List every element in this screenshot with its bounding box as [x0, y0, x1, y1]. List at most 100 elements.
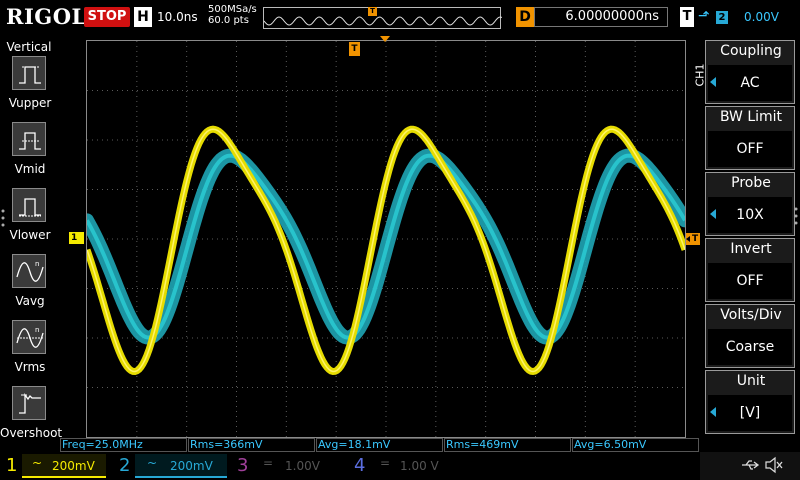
- grid-dot: [617, 238, 618, 240]
- grid-dot: [177, 90, 178, 91]
- measure-vavg-button[interactable]: n Vavg: [0, 254, 60, 318]
- grid-dot: [112, 90, 113, 91]
- grid-dot: [392, 90, 393, 91]
- grid-dot: [422, 387, 423, 388]
- grid-dot: [634, 116, 636, 117]
- grid-dot: [236, 166, 237, 167]
- coupling-menu-button[interactable]: Coupling AC: [705, 40, 795, 104]
- grid-dot: [186, 361, 188, 362]
- grid-dot: [667, 387, 668, 388]
- measure-overshoot-button[interactable]: Overshoot: [0, 386, 62, 450]
- grid-dot: [435, 391, 437, 392]
- measurement-freq[interactable]: Freq=25.0MHz: [60, 438, 187, 452]
- measurement-rms-ch1[interactable]: Rms=366mV: [188, 438, 315, 452]
- grid-dot: [352, 90, 353, 91]
- grid-dot: [227, 387, 228, 388]
- measure-vmid-button[interactable]: Vmid: [0, 122, 60, 186]
- grid-dot: [472, 238, 473, 240]
- grid-dot: [385, 71, 387, 72]
- grid-dot: [335, 426, 337, 427]
- timebase-value[interactable]: 10.0ns: [157, 10, 198, 24]
- speaker-muted-icon[interactable]: [764, 456, 784, 474]
- grid-dot: [187, 337, 188, 339]
- probe-menu-button[interactable]: Probe 10X: [705, 172, 795, 236]
- measure-vlower-button[interactable]: Vlower: [0, 188, 60, 252]
- grid-dot: [634, 216, 636, 217]
- grid-dot: [402, 90, 403, 91]
- grid-dot: [277, 238, 278, 240]
- measurement-avg-ch1[interactable]: Avg=18.1mV: [316, 438, 443, 452]
- grid-dot: [385, 421, 387, 422]
- ch2-status[interactable]: 2 ~ 200mV: [115, 454, 230, 478]
- grid-dot: [136, 46, 138, 47]
- invert-menu-button[interactable]: Invert OFF: [705, 238, 795, 302]
- horizontal-delay-value[interactable]: 6.00000000ns: [534, 7, 668, 27]
- ch3-number: 3: [237, 455, 249, 476]
- trigger-position-marker[interactable]: T: [349, 42, 360, 56]
- grid-dot: [137, 90, 138, 91]
- ch4-status[interactable]: 4 = 1.00 V: [350, 454, 465, 478]
- grid-dot: [285, 136, 287, 137]
- grid-dot: [136, 431, 138, 432]
- grid-dot: [637, 387, 638, 388]
- grid-dot: [237, 189, 238, 190]
- grid-dot: [652, 337, 653, 339]
- trigger-level-marker[interactable]: T: [686, 233, 700, 245]
- grid-dot: [634, 286, 636, 287]
- grid-dot: [535, 41, 536, 42]
- grid-dot: [186, 126, 188, 127]
- grid-dot: [457, 238, 458, 240]
- grid-dot: [285, 126, 287, 127]
- grid-dot: [172, 139, 173, 141]
- unit-menu-button[interactable]: Unit [V]: [705, 370, 795, 434]
- trigger-level-value[interactable]: 0.00V: [744, 10, 779, 24]
- ch1-status[interactable]: 1 ~ 200mV: [0, 454, 110, 478]
- waveform-display[interactable]: [86, 40, 686, 438]
- grid-dot: [652, 238, 653, 240]
- trigger-source[interactable]: 2: [716, 11, 728, 24]
- grid-dot: [382, 90, 383, 91]
- grid-dot: [535, 196, 536, 197]
- volts-div-menu-button[interactable]: Volts/Div Coarse: [705, 304, 795, 368]
- grid-dot: [186, 366, 188, 367]
- measure-vupper-button[interactable]: Vupper: [0, 56, 60, 120]
- run-stop-button[interactable]: STOP: [84, 7, 130, 27]
- ch1-offset-marker[interactable]: 1: [69, 232, 84, 244]
- grid-dot: [462, 139, 463, 141]
- grid-dot: [186, 76, 188, 77]
- grid-dot: [236, 271, 237, 272]
- grid-dot: [557, 139, 558, 141]
- grid-dot: [157, 387, 158, 388]
- grid-dot: [485, 236, 487, 237]
- grid-dot: [285, 191, 287, 192]
- grid-dot: [584, 341, 586, 342]
- bw-limit-menu-button[interactable]: BW Limit OFF: [705, 106, 795, 170]
- grid-dot: [567, 139, 568, 141]
- grid-dot: [257, 238, 258, 240]
- grid-dot: [172, 189, 173, 190]
- grid-dot: [472, 337, 473, 339]
- grid-dot: [236, 241, 237, 242]
- grid-dot: [236, 196, 237, 197]
- coupling-value: AC: [708, 65, 792, 101]
- measurement-avg-ch2[interactable]: Avg=6.50mV: [572, 438, 699, 452]
- grid-dot: [186, 411, 188, 412]
- grid-dot: [335, 196, 337, 197]
- grid-dot: [387, 139, 388, 141]
- grid-dot: [182, 90, 183, 91]
- grid-dot: [202, 337, 203, 339]
- grid-dot: [485, 131, 487, 132]
- grid-dot: [407, 288, 408, 289]
- grid-dot: [377, 337, 378, 339]
- grid-dot: [242, 337, 243, 339]
- grid-dot: [385, 291, 387, 292]
- grid-dot: [385, 346, 387, 347]
- measure-vrms-button[interactable]: n Vrms: [0, 320, 60, 384]
- ch3-status[interactable]: 3 = 1.00V: [233, 454, 348, 478]
- grid-dot: [535, 191, 536, 192]
- measurement-rms-ch2[interactable]: Rms=469mV: [444, 438, 571, 452]
- grid-dot: [242, 90, 243, 91]
- grid-dot: [584, 81, 586, 82]
- grid-dot: [485, 271, 487, 272]
- grid-dot: [417, 337, 418, 339]
